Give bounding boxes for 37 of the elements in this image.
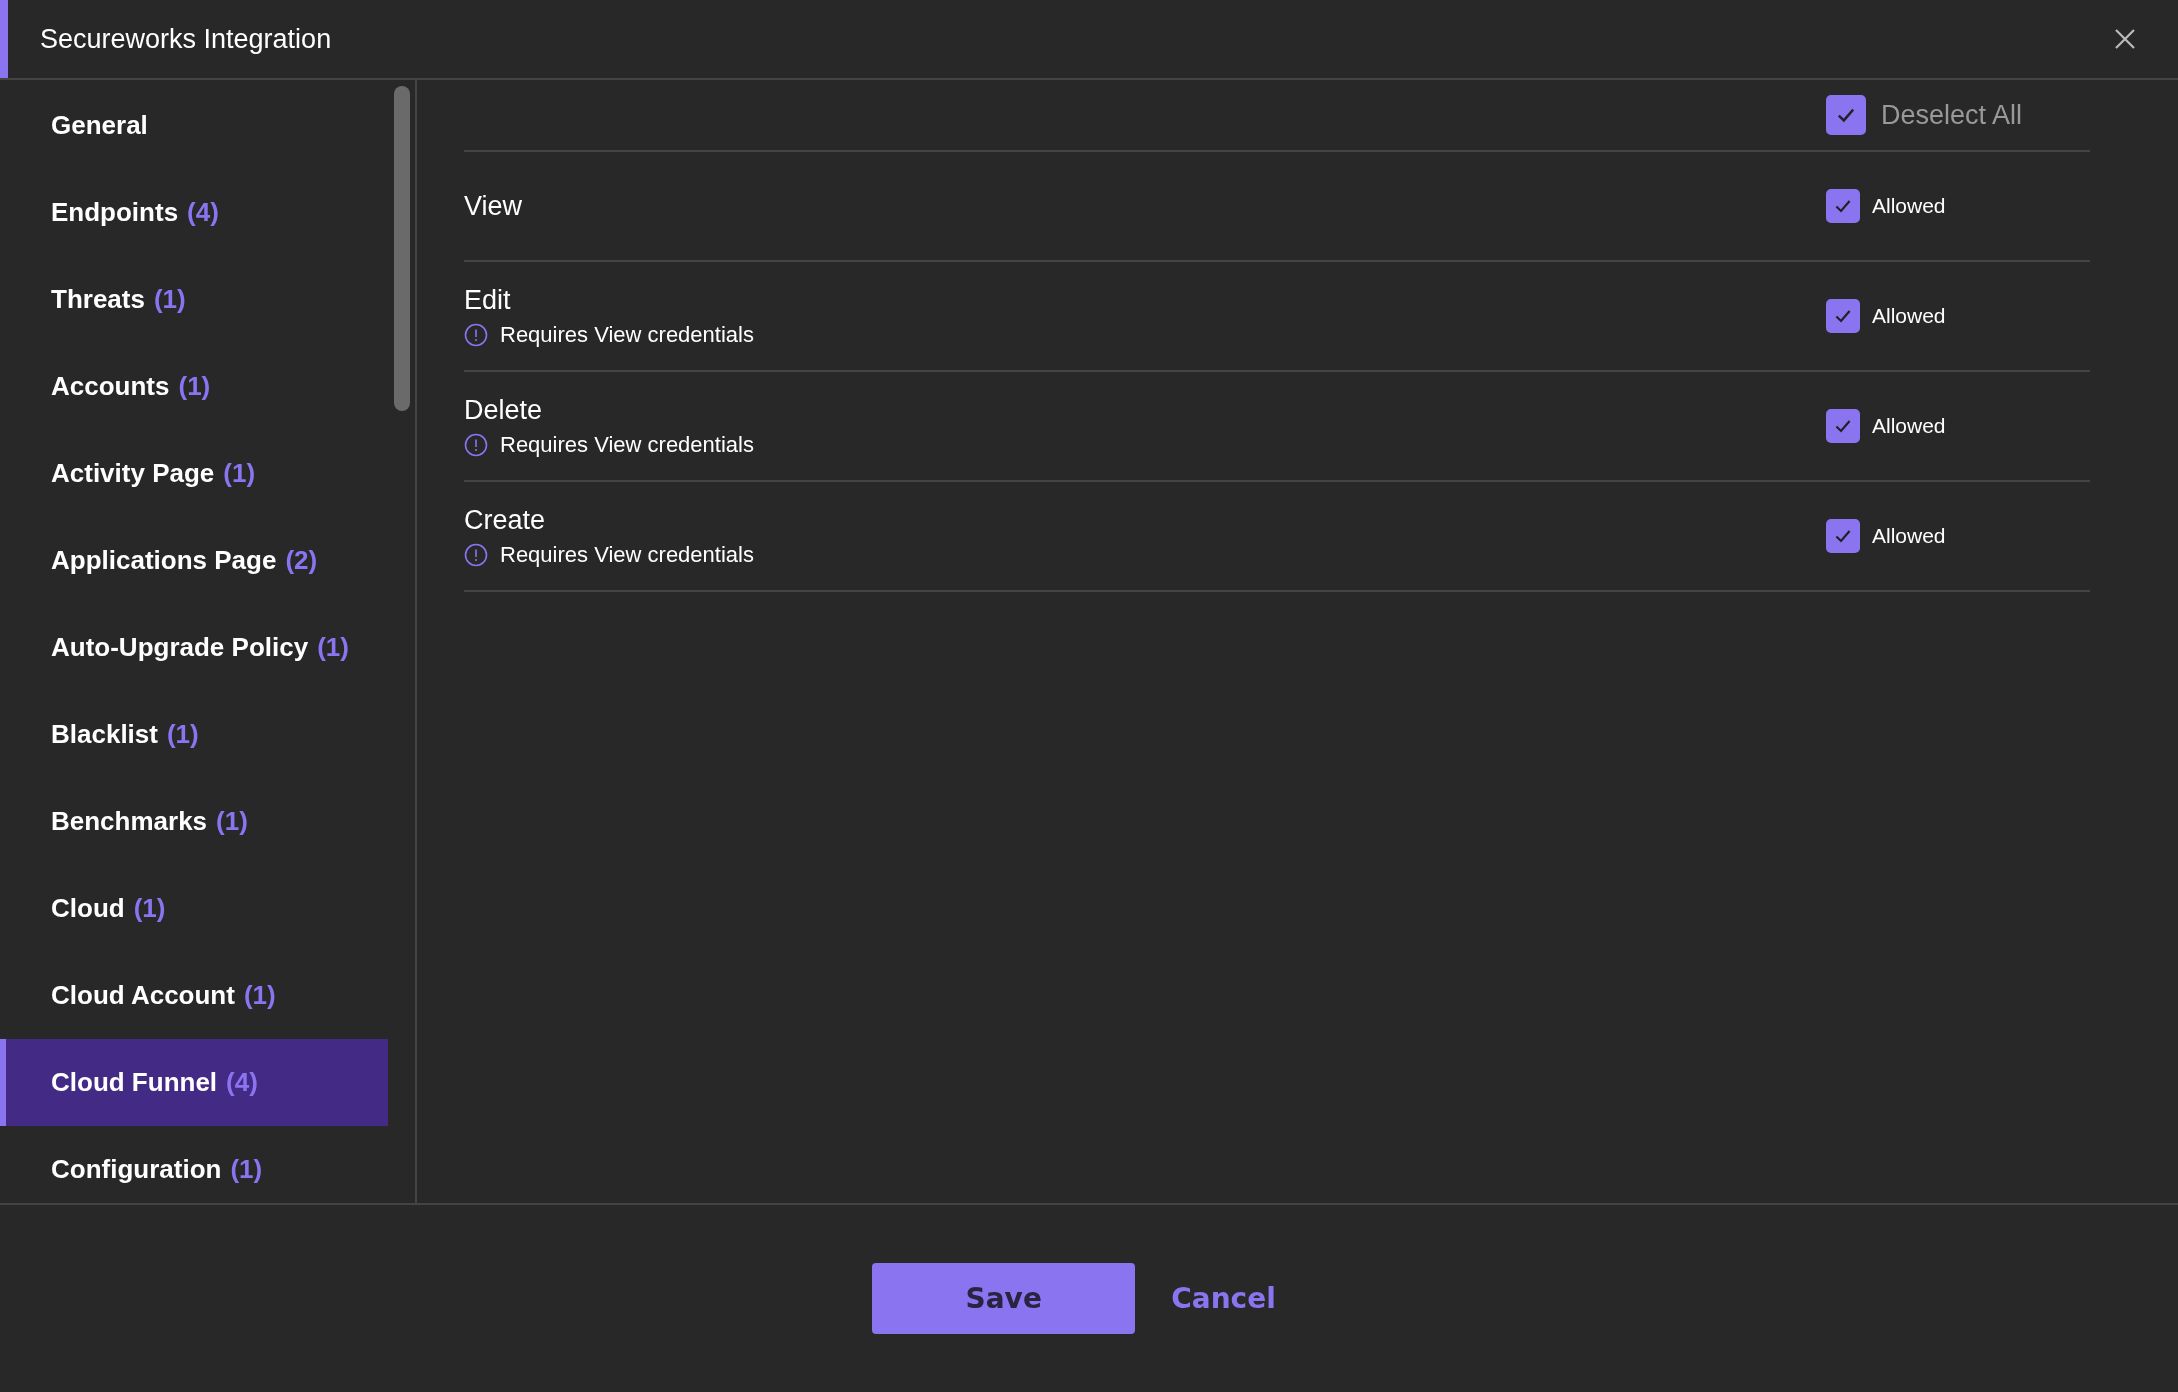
- permission-name: Create: [464, 504, 547, 536]
- scrollbar-thumb[interactable]: [393, 86, 410, 411]
- checkbox[interactable]: [1826, 519, 1860, 553]
- info-icon: [464, 432, 488, 457]
- permission-note: Requires View credentials: [500, 431, 754, 458]
- info-icon: [464, 542, 488, 567]
- allowed-label: Allowed: [1872, 304, 1946, 328]
- sidebar-item[interactable]: Auto-Upgrade Policy (1): [0, 604, 388, 691]
- window-title: Secureworks Integration: [40, 23, 333, 55]
- deselect-all-label[interactable]: Deselect All: [1881, 99, 2023, 131]
- permission-name: Edit: [464, 284, 512, 316]
- checkbox[interactable]: [1826, 409, 1860, 443]
- sidebar-item[interactable]: Applications Page (2): [0, 517, 388, 604]
- sidebar-item[interactable]: Benchmarks (1): [0, 778, 388, 865]
- sidebar-item[interactable]: Endpoints (4): [0, 169, 388, 256]
- permission-note: Requires View credentials: [500, 541, 754, 568]
- permission-note: Requires View credentials: [500, 321, 754, 348]
- sidebar-item[interactable]: Blacklist (1): [0, 691, 388, 778]
- sidebar-item[interactable]: Cloud Funnel (4): [0, 1039, 388, 1126]
- info-icon: [464, 322, 488, 347]
- save-button[interactable]: Save: [872, 1263, 1136, 1334]
- sidebar-item[interactable]: Configuration (1): [0, 1126, 388, 1203]
- permission-name: Delete: [464, 394, 544, 426]
- checkbox[interactable]: [1826, 299, 1860, 333]
- checkbox[interactable]: [1826, 189, 1860, 223]
- sidebar-item[interactable]: General: [0, 82, 388, 169]
- sidebar-item[interactable]: Cloud (1): [0, 865, 388, 952]
- permission-name: View: [464, 190, 524, 222]
- allowed-label: Allowed: [1872, 414, 1946, 438]
- checkbox[interactable]: [1826, 95, 1866, 135]
- sidebar-item[interactable]: Activity Page (1): [0, 430, 388, 517]
- cancel-link[interactable]: Cancel: [1171, 1282, 1276, 1315]
- sidebar-item[interactable]: Accounts (1): [0, 343, 388, 430]
- allowed-label: Allowed: [1872, 524, 1946, 548]
- allowed-label: Allowed: [1872, 194, 1946, 218]
- sidebar-item[interactable]: Cloud Account (1): [0, 952, 388, 1039]
- sidebar-item[interactable]: Threats (1): [0, 256, 388, 343]
